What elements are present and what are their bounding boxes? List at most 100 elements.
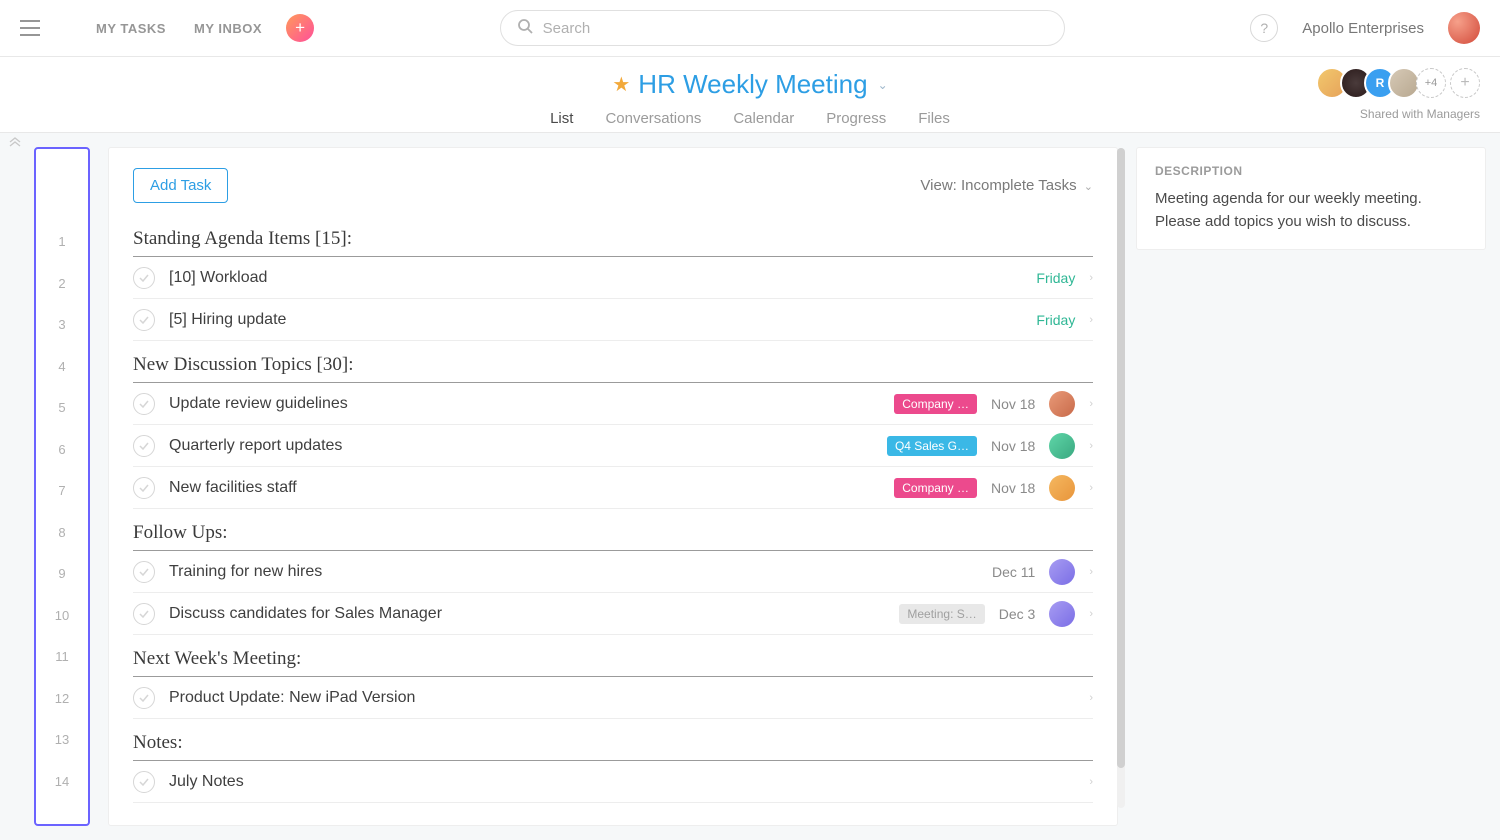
search-icon [517, 18, 533, 39]
add-task-button[interactable]: Add Task [133, 168, 228, 203]
chevron-right-icon: › [1089, 398, 1093, 410]
line-number: 4 [36, 346, 88, 388]
line-number: 12 [36, 678, 88, 720]
line-number: 11 [36, 636, 88, 678]
line-number: 1 [36, 221, 88, 263]
task-due-date: Dec 3 [999, 606, 1036, 622]
line-number-gutter: 1234567891011121314 [34, 147, 90, 826]
project-title-text: HR Weekly Meeting [638, 69, 867, 100]
section-header[interactable]: Standing Agenda Items [15]: [133, 221, 1093, 257]
task-title: [10] Workload [169, 269, 1022, 287]
nav-my-inbox[interactable]: MY INBOX [194, 21, 262, 36]
complete-checkbox[interactable] [133, 435, 155, 457]
complete-checkbox[interactable] [133, 687, 155, 709]
complete-checkbox[interactable] [133, 561, 155, 583]
view-selector-label: View: Incomplete Tasks [920, 177, 1076, 194]
task-title: [5] Hiring update [169, 311, 1022, 329]
line-number: 5 [36, 387, 88, 429]
task-due-date: Dec 11 [992, 564, 1035, 580]
line-number: 2 [36, 263, 88, 305]
project-title[interactable]: ★ HR Weekly Meeting ⌄ [612, 69, 887, 100]
sidebar-expand[interactable] [0, 133, 30, 840]
task-tag[interactable]: Meeting: S… [899, 604, 984, 624]
more-members-button[interactable]: +4 [1416, 68, 1446, 98]
task-due-date: Nov 18 [991, 396, 1035, 412]
side-panel: DESCRIPTION Meeting agenda for our weekl… [1136, 147, 1486, 826]
task-row[interactable]: [5] Hiring updateFriday› [133, 299, 1093, 341]
task-assignee-avatar[interactable] [1049, 559, 1075, 585]
chevron-right-icon: › [1089, 314, 1093, 326]
task-title: New facilities staff [169, 479, 880, 497]
description-text: Meeting agenda for our weekly meeting. P… [1155, 188, 1467, 233]
org-switcher[interactable]: Apollo Enterprises [1302, 20, 1424, 37]
section-header[interactable]: Notes: [133, 725, 1093, 761]
complete-checkbox[interactable] [133, 603, 155, 625]
add-member-button[interactable]: + [1450, 68, 1480, 98]
task-row[interactable]: Product Update: New iPad Version› [133, 677, 1093, 719]
section-header[interactable]: Follow Ups: [133, 515, 1093, 551]
complete-checkbox[interactable] [133, 771, 155, 793]
complete-checkbox[interactable] [133, 267, 155, 289]
description-card[interactable]: DESCRIPTION Meeting agenda for our weekl… [1136, 147, 1486, 250]
task-tag[interactable]: Company … [894, 394, 977, 414]
task-row[interactable]: July Notes › [133, 761, 1093, 803]
task-assignee-avatar[interactable] [1049, 391, 1075, 417]
chevron-down-icon[interactable]: ⌄ [878, 78, 888, 92]
task-assignee-avatar[interactable] [1049, 475, 1075, 501]
search-input[interactable] [543, 20, 1048, 37]
nav-my-tasks[interactable]: MY TASKS [96, 21, 166, 36]
user-avatar[interactable] [1448, 12, 1480, 44]
task-row[interactable]: Update review guidelines Company … Nov 18 › [133, 383, 1093, 425]
chevron-right-icon: › [1089, 776, 1093, 788]
task-due-date: Nov 18 [991, 438, 1035, 454]
line-number: 7 [36, 470, 88, 512]
line-number: 14 [36, 761, 88, 803]
task-title: Training for new hires [169, 563, 978, 581]
line-number: 6 [36, 429, 88, 471]
task-tag[interactable]: Company … [894, 478, 977, 498]
top-bar: MY TASKS MY INBOX + ? Apollo Enterprises [0, 0, 1500, 57]
search-field[interactable] [500, 10, 1065, 46]
chevron-right-icon: › [1089, 608, 1093, 620]
new-item-button[interactable]: + [286, 14, 314, 42]
task-due-date: Nov 18 [991, 480, 1035, 496]
line-number: 13 [36, 719, 88, 761]
star-icon[interactable]: ★ [612, 72, 630, 97]
project-members: R +4 + [1324, 67, 1480, 99]
task-tag[interactable]: Q4 Sales G… [887, 436, 977, 456]
line-number: 8 [36, 512, 88, 554]
task-assignee-avatar[interactable] [1049, 601, 1075, 627]
view-selector[interactable]: View: Incomplete Tasks ⌄ [920, 177, 1093, 194]
chevron-right-icon: › [1089, 272, 1093, 284]
line-number: 9 [36, 553, 88, 595]
hamburger-icon[interactable] [20, 20, 40, 36]
description-label: DESCRIPTION [1155, 164, 1467, 178]
task-row[interactable]: Discuss candidates for Sales ManagerMeet… [133, 593, 1093, 635]
help-button[interactable]: ? [1250, 14, 1278, 42]
task-assignee-avatar[interactable] [1049, 433, 1075, 459]
complete-checkbox[interactable] [133, 477, 155, 499]
complete-checkbox[interactable] [133, 309, 155, 331]
chevron-right-icon: › [1089, 440, 1093, 452]
top-nav: MY TASKS MY INBOX [96, 21, 262, 36]
scrollbar[interactable] [1117, 148, 1125, 808]
chevron-right-icon: › [1089, 482, 1093, 494]
section-header[interactable]: New Discussion Topics [30]: [133, 347, 1093, 383]
section-header[interactable]: Next Week's Meeting: [133, 641, 1093, 677]
sharing-link[interactable]: Shared with Managers [1360, 107, 1480, 121]
task-row[interactable]: Training for new hires Dec 11 › [133, 551, 1093, 593]
body: 1234567891011121314 Add Task View: Incom… [0, 133, 1500, 840]
task-row[interactable]: [10] Workload Friday › [133, 257, 1093, 299]
task-row[interactable]: New facilities staff Company … Nov 18 › [133, 467, 1093, 509]
project-header: ★ HR Weekly Meeting ⌄ List Conversations… [0, 57, 1500, 133]
task-title: July Notes [169, 773, 1075, 791]
task-title: Update review guidelines [169, 395, 880, 413]
complete-checkbox[interactable] [133, 393, 155, 415]
line-number: 10 [36, 595, 88, 637]
task-title: Quarterly report updates [169, 437, 873, 455]
chevron-right-icon: › [1089, 566, 1093, 578]
task-list-panel: Add Task View: Incomplete Tasks ⌄ Standi… [108, 147, 1118, 826]
task-due-date: Friday [1036, 270, 1075, 286]
task-title: Product Update: New iPad Version [169, 689, 1075, 707]
task-row[interactable]: Quarterly report updates Q4 Sales G… Nov 1… [133, 425, 1093, 467]
